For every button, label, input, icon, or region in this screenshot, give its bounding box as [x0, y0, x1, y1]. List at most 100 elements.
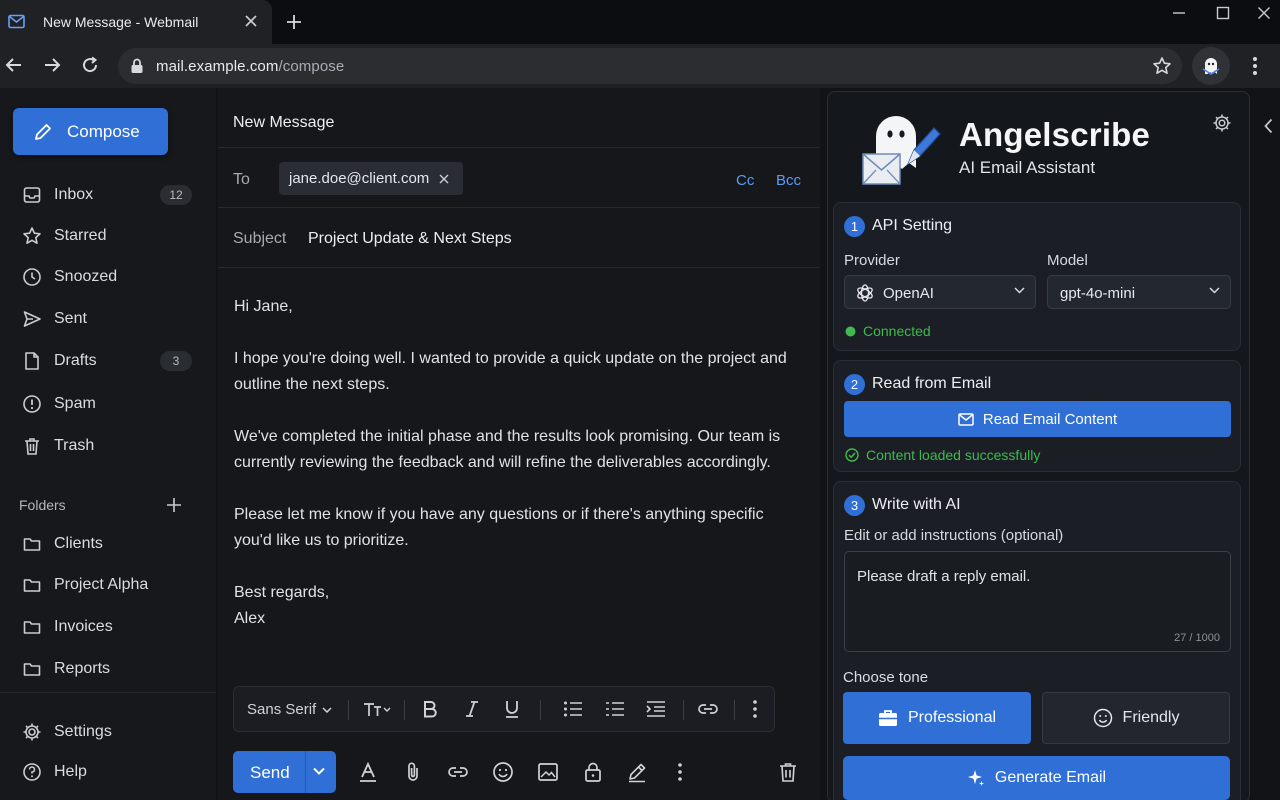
step-number-badge: 3 — [844, 495, 865, 516]
browser-menu-icon[interactable] — [1252, 56, 1258, 76]
sidebar-item-trash[interactable]: Trash — [0, 428, 216, 464]
content-load-status: Content loaded successfully — [845, 447, 1040, 463]
browser-tab[interactable]: New Message - Webmail — [0, 0, 272, 44]
numbered-list-icon[interactable] — [605, 699, 625, 719]
font-family-select[interactable]: Sans Serif — [247, 701, 332, 718]
body-paragraph: Please let me know if you have any quest… — [234, 506, 764, 549]
drafts-count-badge: 3 — [160, 351, 192, 371]
browser-toolbar: mail.example.com/compose — [0, 44, 1280, 88]
sidebar-item-snoozed[interactable]: Snoozed — [0, 259, 216, 295]
read-email-content-button[interactable]: Read Email Content — [844, 401, 1231, 437]
indent-icon[interactable] — [646, 699, 666, 719]
folder-item-invoices[interactable]: Invoices — [0, 609, 216, 645]
emoji-icon[interactable] — [492, 761, 514, 783]
underline-icon[interactable] — [504, 699, 520, 719]
toolbar-divider — [734, 700, 735, 720]
instructions-textarea[interactable]: Please draft a reply email. 27 / 1000 — [844, 551, 1231, 652]
reload-icon[interactable] — [80, 55, 100, 75]
angelscribe-brand: Angelscribe — [959, 116, 1151, 153]
insert-image-icon[interactable] — [537, 761, 559, 783]
bulleted-list-icon[interactable] — [563, 699, 583, 719]
sidebar-item-inbox[interactable]: Inbox 12 — [0, 177, 216, 213]
step-number-badge: 2 — [844, 374, 865, 395]
more-options-icon[interactable] — [677, 761, 683, 783]
chevron-down-icon — [1209, 287, 1220, 294]
folder-item-reports[interactable]: Reports — [0, 651, 216, 687]
recipient-chip[interactable]: jane.doe@client.com — [279, 162, 464, 195]
signature-pen-icon[interactable] — [626, 761, 648, 783]
help-icon — [22, 762, 42, 782]
body-paragraph: We've completed the initial phase and th… — [234, 428, 781, 471]
tone-friendly-button[interactable]: Friendly — [1042, 692, 1230, 744]
subject-input[interactable]: Project Update & Next Steps — [308, 230, 512, 248]
cc-link[interactable]: Cc — [736, 172, 754, 189]
compose-button[interactable]: Compose — [13, 108, 168, 155]
bold-icon[interactable] — [422, 699, 438, 719]
toolbar-divider — [683, 700, 684, 720]
send-options-chevron-icon[interactable] — [312, 764, 326, 778]
unread-count-badge: 12 — [160, 185, 192, 205]
maximize-window-icon[interactable] — [1216, 6, 1230, 20]
forward-arrow-icon[interactable] — [42, 55, 62, 75]
clock-icon — [22, 267, 42, 287]
openai-logo-icon — [855, 283, 875, 303]
toolbar-divider — [540, 700, 541, 720]
collapse-panel-chevron-icon[interactable] — [1264, 118, 1273, 134]
folder-item-clients[interactable]: Clients — [0, 526, 216, 562]
instructions-label: Edit or add instructions (optional) — [844, 527, 1064, 544]
remove-recipient-icon[interactable] — [439, 174, 449, 184]
sidebar-item-drafts[interactable]: Drafts 3 — [0, 343, 216, 379]
minimize-window-icon[interactable] — [1172, 6, 1186, 20]
sidebar-item-spam[interactable]: Spam — [0, 386, 216, 422]
italic-icon[interactable] — [464, 699, 480, 719]
folder-item-project-alpha[interactable]: Project Alpha — [0, 567, 216, 603]
tone-professional-button[interactable]: Professional — [843, 692, 1031, 744]
sidebar-item-settings[interactable]: Settings — [0, 714, 216, 750]
text-color-icon[interactable] — [357, 761, 379, 783]
check-circle-icon — [845, 448, 859, 462]
discard-draft-trash-icon[interactable] — [777, 761, 799, 783]
read-from-email-card: 2 Read from Email Read Email Content Con… — [833, 360, 1241, 472]
write-with-ai-card: 3 Write with AI Edit or add instructions… — [833, 481, 1241, 800]
folder-icon — [22, 659, 42, 679]
confidential-lock-icon[interactable] — [582, 761, 604, 783]
send-button[interactable]: Send — [233, 751, 336, 793]
provider-select[interactable]: OpenAI — [844, 275, 1036, 309]
sidebar-item-sent[interactable]: Sent — [0, 301, 216, 337]
spam-icon — [22, 394, 42, 414]
close-window-icon[interactable] — [1257, 6, 1271, 20]
model-select[interactable]: gpt-4o-mini — [1047, 275, 1231, 309]
add-folder-icon[interactable] — [166, 497, 182, 513]
envelope-icon — [958, 412, 974, 426]
new-tab-icon[interactable] — [285, 13, 303, 31]
folders-heading: Folders — [19, 497, 66, 513]
pencil-icon — [33, 122, 53, 142]
generate-email-button[interactable]: Generate Email — [843, 756, 1230, 800]
back-arrow-icon[interactable] — [4, 55, 24, 75]
insert-link-icon[interactable] — [697, 699, 719, 719]
body-paragraph: Hi Jane, — [234, 298, 293, 315]
compose-header: New Message — [218, 88, 820, 148]
sidebar-item-help[interactable]: Help — [0, 754, 216, 790]
step-number-badge: 1 — [844, 216, 865, 237]
panel-settings-gear-icon[interactable] — [1212, 113, 1232, 133]
sidebar-item-starred[interactable]: Starred — [0, 218, 216, 254]
more-formatting-icon[interactable] — [752, 699, 758, 719]
choose-tone-label: Choose tone — [843, 669, 929, 686]
bcc-link[interactable]: Bcc — [776, 172, 801, 189]
angelscribe-ghost-logo-icon — [862, 106, 942, 188]
formatting-toolbar: Sans Serif — [233, 686, 775, 732]
folder-icon — [22, 534, 42, 554]
font-size-icon[interactable] — [362, 699, 394, 719]
bookmark-star-icon[interactable] — [1152, 56, 1172, 76]
address-bar[interactable]: mail.example.com/compose — [118, 48, 1182, 84]
character-counter: 27 / 1000 — [1174, 632, 1220, 644]
close-tab-icon[interactable] — [244, 14, 258, 28]
card-title: API Setting — [872, 217, 953, 234]
insert-link-icon[interactable] — [446, 761, 470, 783]
message-body-editor[interactable]: Hi Jane, I hope you're doing well. I wan… — [234, 294, 794, 632]
attach-file-icon[interactable] — [402, 761, 424, 783]
mail-sidebar: Compose Inbox 12 Starred Snoozed Sent Dr… — [0, 88, 216, 800]
angelscribe-extension-icon[interactable] — [1192, 47, 1230, 85]
recipient-email: jane.doe@client.com — [289, 170, 430, 187]
